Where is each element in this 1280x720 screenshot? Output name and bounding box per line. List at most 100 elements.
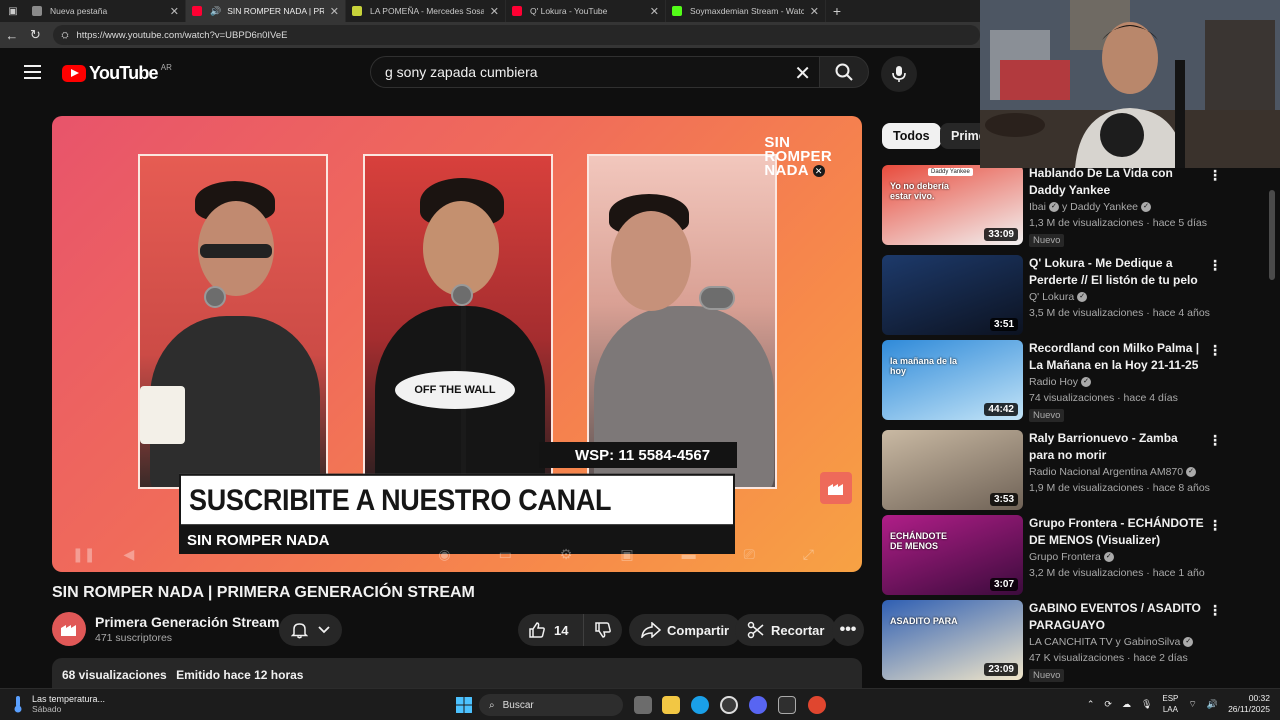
recommendation-thumbnail[interactable]: la mañana de la hoy 44:42 [882,340,1023,420]
chrome-icon[interactable] [720,696,738,714]
search-input[interactable]: g sony zapada cumbiera ✕ [370,56,826,88]
back-icon[interactable]: ← [0,28,24,43]
tab-close-icon[interactable]: ✕ [650,5,659,18]
window-menu-icon[interactable]: ▣ [0,0,26,22]
wifi-icon[interactable]: ⌔ [1188,699,1196,710]
more-vertical-icon[interactable]: ⋮ [1208,602,1222,619]
recommendation-channel[interactable]: Radio Hoy ✓ [1029,376,1092,388]
recommendation-channel[interactable]: Radio Nacional Argentina AM870 ✓ [1029,466,1197,478]
file-explorer-icon[interactable] [662,696,680,714]
channel-avatar[interactable] [52,612,86,646]
settings-icon[interactable]: ⚙ [560,546,573,563]
tab-close-icon[interactable]: ✕ [490,5,499,18]
youtube-logo[interactable]: YouTube AR [62,63,172,84]
like-button[interactable]: 14 [518,614,584,646]
recommendation-item[interactable]: ECHÁNDOTE DE MENOS 3:07 Grupo Frontera - E… [882,515,1242,595]
cast-icon[interactable]: ⎚ [744,546,755,563]
clip-button[interactable]: Recortar [735,614,837,646]
more-vertical-icon[interactable]: ⋮ [1208,432,1222,449]
windows-taskbar: Las temperatura... Sábado ⌕ Buscar ⌃ ⟳ ☁… [0,688,1280,720]
more-vertical-icon[interactable]: ⋮ [1208,342,1222,359]
subtitles-icon[interactable]: ▭ [499,546,512,563]
recommendation-channel[interactable]: Q' Lokura ✓ [1029,291,1088,303]
recommendation-title[interactable]: Recordland con Milko Palma | La Mañana e… [1029,340,1204,373]
recommendation-item[interactable]: Daddy Yankee Yo no debería estar vivo. 33:… [882,165,1242,247]
volume-icon[interactable]: ◀ [123,546,134,563]
channel-name[interactable]: Primera Generación Stream [95,614,279,630]
clear-search-icon[interactable]: ✕ [794,61,811,86]
recommendation-item[interactable]: 3:53 Raly Barrionuevo - Zamba para no mor… [882,430,1242,510]
search-button[interactable] [819,56,869,88]
scrollbar-thumb[interactable] [1269,190,1275,280]
microphone-icon[interactable]: 🎙 [1141,699,1152,710]
speaker-icon[interactable]: 🔊 [1207,699,1218,710]
youtube-play-icon [62,65,86,82]
reload-icon[interactable]: ↻ [24,27,48,43]
recommendation-channel[interactable]: Ibai ✓ y Daddy Yankee ✓ [1029,201,1152,213]
fullscreen-icon[interactable]: ⤢ [803,546,814,563]
browser-tab[interactable]: Q' Lokura - YouTube ✕ [506,0,666,22]
app-icon[interactable] [808,696,826,714]
sync-icon[interactable]: ⟳ [1104,699,1112,710]
tab-audio-icon[interactable]: 🔊 [210,6,221,17]
recommendation-thumbnail[interactable]: 3:53 [882,430,1023,510]
chevron-up-icon[interactable]: ⌃ [1087,699,1095,710]
language-indicator[interactable]: ESP LAA [1162,693,1178,715]
channel-watermark-button[interactable] [820,472,852,504]
more-vertical-icon[interactable]: ⋮ [1208,167,1222,184]
recommendation-item[interactable]: la mañana de la hoy 44:42 Recordland con M… [882,340,1242,422]
url-field[interactable]: ⛭ https://www.youtube.com/watch?v=UBPD6n… [53,25,980,45]
sidebar-scrollbar[interactable] [1268,170,1276,680]
browser-tab[interactable]: Soymaxdemian Stream - Watch L ✕ [666,0,826,22]
obs-icon[interactable] [778,696,796,714]
more-vertical-icon[interactable]: ⋮ [1208,517,1222,534]
video-player[interactable]: OFF THE WALL SIN ROMPER NADA ✕ WSP: 11 5… [52,116,862,572]
description-box[interactable]: 68 visualizaciones Emitido hace 12 horas [52,658,862,688]
windows-start-icon[interactable] [455,696,473,714]
voice-search-button[interactable] [881,56,917,92]
clock[interactable]: 00:32 26/11/2025 [1228,693,1270,715]
weather-widget[interactable]: Las temperatura... Sábado [12,694,105,714]
site-info-icon[interactable]: ⛭ [61,30,68,41]
miniplayer-icon[interactable]: ▣ [620,546,633,563]
new-tab-button[interactable]: + [826,3,848,19]
discord-icon[interactable] [749,696,767,714]
more-actions-button[interactable]: ••• [832,614,864,646]
recommendation-title[interactable]: Q' Lokura - Me Dedique a Perderte // El … [1029,255,1204,289]
notifications-button[interactable] [279,614,342,646]
browser-tab[interactable]: 🔊 SIN ROMPER NADA | PRIMERA GENERACIÓN ✕ [186,0,346,22]
browser-tab[interactable]: LA POMEÑA - Mercedes Sosa - Le ✕ [346,0,506,22]
recommendation-thumbnail[interactable]: ASADITO PARA 23:09 [882,600,1023,680]
recommendation-channel[interactable]: Grupo Frontera ✓ [1029,551,1114,563]
chip-all[interactable]: Todos [882,123,941,149]
thumbnail-text: la mañana de la hoy [890,356,958,376]
edge-icon[interactable] [691,696,709,714]
cloud-icon[interactable]: ☁ [1122,699,1131,710]
tab-close-icon[interactable]: ✕ [810,5,819,18]
recommendation-title[interactable]: Grupo Frontera - ECHÁNDOTE DE MENOS (Vis… [1029,515,1204,548]
task-view-icon[interactable] [634,696,652,714]
recommendation-channel[interactable]: LA CANCHITA TV y GabinoSilva ✓ [1029,636,1194,648]
autoplay-toggle[interactable]: ◉ [438,546,450,563]
video-duration: 3:07 [989,578,1018,591]
recommendation-title[interactable]: Hablando De La Vida con Daddy Yankee [1029,165,1204,198]
theater-mode-icon[interactable]: ▬ [682,546,696,563]
recommendation-title[interactable]: GABINO EVENTOS / ASADITO PARAGUAYO [1029,600,1204,633]
hamburger-menu-icon[interactable] [24,65,41,79]
recommendation-thumbnail[interactable]: Daddy Yankee Yo no debería estar vivo. 33:… [882,165,1023,245]
new-badge: Nuevo [1029,234,1065,247]
recommendation-thumbnail[interactable]: 3:51 [882,255,1023,335]
verified-icon: ✓ [1186,467,1197,478]
recommendation-item[interactable]: ASADITO PARA 23:09 GABINO EVENTOS / ASADIT… [882,600,1242,682]
recommendation-title[interactable]: Raly Barrionuevo - Zamba para no morir [1029,430,1204,463]
recommendation-thumbnail[interactable]: ECHÁNDOTE DE MENOS 3:07 [882,515,1023,595]
recommendation-item[interactable]: 3:51 Q' Lokura - Me Dedique a Perderte //… [882,255,1242,335]
tab-close-icon[interactable]: ✕ [170,5,179,18]
more-vertical-icon[interactable]: ⋮ [1208,257,1222,274]
taskbar-search[interactable]: ⌕ Buscar [479,694,623,716]
share-button[interactable]: Compartir [629,614,742,646]
dislike-button[interactable] [584,621,622,639]
browser-tab[interactable]: Nueva pestaña ✕ [26,0,186,22]
tab-close-icon[interactable]: ✕ [330,5,339,18]
pause-icon[interactable]: ❚❚ [72,546,95,563]
